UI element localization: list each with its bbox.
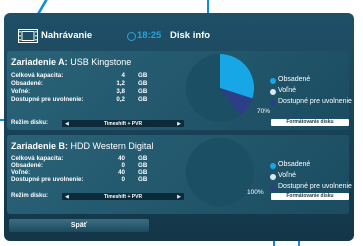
legend-dot-releasable [270,184,276,191]
disk-a-title: Zariadenie A: USB Kingstone [11,57,131,67]
legend-dot-free [270,173,276,180]
disk-a-percent: 70% [257,108,271,115]
header-title: Nahrávanie [41,30,93,41]
disk-a-total-value: 4 [121,72,125,79]
legend-label-used: Obsadené [278,76,311,83]
arrow-right-icon[interactable]: ▶ [177,194,181,200]
legend-dot-used [270,162,276,169]
back-button[interactable]: Späť [9,219,149,232]
legend-label-releasable: Dostupné pre uvolnenie [278,98,352,105]
disk-b-mode-label: Režim disku: [11,193,49,199]
disk-a-used-label: Obsadené: [11,80,43,87]
disk-a-free-label: Voľné: [11,88,31,95]
disk-b-total-value: 40 [118,155,125,162]
disk-b-panel: Zariadenie B: HDD Western Digital Celkov… [7,135,352,214]
disk-b-free-value: 40 [118,169,125,176]
disk-b-mode-value: Timeshift + PVR [103,194,143,200]
legend-label-used: Obsadené [278,161,311,168]
tv-screen: Nahrávanie 18:25 Disk info Zariadenie A:… [4,13,354,241]
disk-b-free-unit: GB [138,169,148,176]
disk-a-total-unit: GB [138,72,148,79]
disk-b-total-unit: GB [138,155,148,162]
legend-dot-releasable [270,99,276,106]
disk-a-releasable-value: 0,2 [116,96,125,103]
disk-a-used-unit: GB [138,80,148,87]
disk-b-used-unit: GB [138,162,148,169]
header-time: 18:25 [137,30,162,41]
disk-a-title-prefix: Zariadenie A: [11,57,68,67]
disk-a-mode-selector[interactable]: ◀ Timeshift + PVR ▶ [62,120,184,127]
disk-a-total-label: Celková kapacita: [11,72,64,79]
arrow-right-icon[interactable]: ▶ [177,121,181,127]
disk-b-title-prefix: Zariadenie B: [11,141,69,151]
disk-a-free-value: 3,8 [116,88,125,95]
legend-dot-free [270,88,276,95]
disk-b-mode-selector[interactable]: ◀ Timeshift + PVR ▶ [62,193,184,200]
disk-a-format-button[interactable]: Formátovanie disku [271,119,349,126]
disk-a-mode-label: Režim disku: [11,120,49,126]
legend-label-releasable: Dostupné pre uvolnenie [278,183,352,190]
callout-line-top-left [37,0,48,13]
disk-a-panel: Zariadenie A: USB Kingstone Celková kapa… [7,51,352,130]
disk-a-free-unit: GB [138,88,148,95]
disk-b-pie-chart [186,138,254,206]
film-icon [18,29,38,43]
disk-a-title-name: USB Kingstone [70,57,132,67]
disk-b-releasable-value: 0 [121,176,125,183]
legend-label-free: Voľné [278,172,297,179]
disk-a-releasable-unit: GB [138,96,148,103]
disk-b-format-button[interactable]: Formátovanie disku [271,193,349,200]
disk-b-used-value: 0 [121,162,125,169]
legend-label-free: Voľné [278,87,297,94]
disk-b-title-name: HDD Western Digital [70,141,154,151]
disk-a-releasable-label: Dostupné pre uvolnenie: [11,96,84,103]
disk-b-releasable-unit: GB [138,176,148,183]
disk-b-title: Zariadenie B: HDD Western Digital [11,141,153,151]
header: Nahrávanie 18:25 Disk info [18,27,318,47]
disk-a-used-value: 1,2 [116,80,125,87]
legend-dot-used [270,77,276,84]
disk-b-releasable-label: Dostupné pre uvolnenie: [11,176,84,183]
header-section: Disk info [170,30,211,41]
disk-a-mode-value: Timeshift + PVR [103,121,143,127]
disk-b-total-label: Celková kapacita: [11,155,64,162]
disk-b-percent: 100% [247,189,264,196]
disk-a-pie-chart [186,54,255,122]
disk-b-free-label: Voľné: [11,169,31,176]
disk-b-used-label: Obsadené: [11,162,43,169]
clock-icon [127,32,136,41]
